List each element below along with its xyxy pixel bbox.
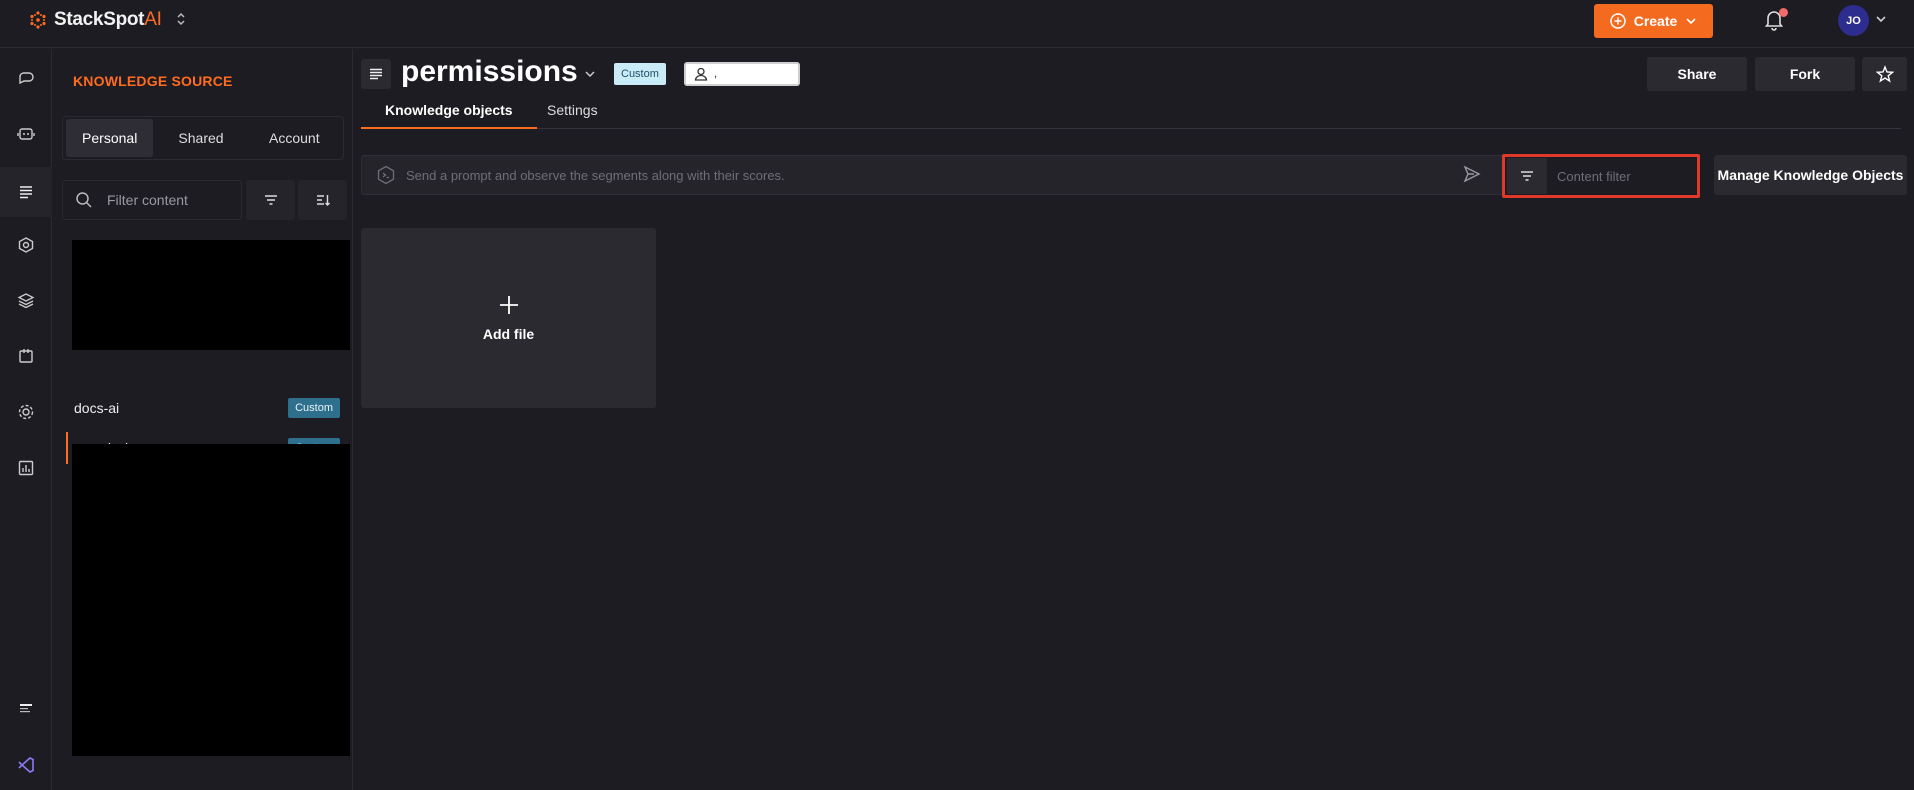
search-icon (76, 192, 92, 208)
redacted-area (72, 240, 350, 350)
chat-icon[interactable] (0, 57, 52, 101)
knowledge-source-panel: KNOWLEDGE SOURCE Personal Shared Account… (53, 49, 353, 790)
filter-content-placeholder: Filter content (107, 192, 188, 208)
notification-dot (1779, 8, 1788, 17)
create-button[interactable]: Create (1594, 4, 1713, 38)
owner-name: , (714, 68, 718, 80)
account-chevron-down-icon[interactable] (1874, 12, 1888, 31)
nav-rail (0, 49, 52, 790)
user-icon (694, 67, 708, 81)
stacks-icon[interactable] (0, 278, 52, 322)
knowledge-source-icon (361, 59, 391, 89)
sort-button[interactable] (298, 180, 347, 220)
content-tabs: Knowledge objects Settings (361, 99, 1901, 129)
prompt-input[interactable]: Send a prompt and observe the segments a… (361, 155, 1505, 195)
type-badge: Custom (288, 398, 340, 418)
tab-personal[interactable]: Personal (66, 119, 154, 157)
page-title: permissions (401, 55, 578, 88)
prompt-icon (377, 165, 395, 185)
star-icon (1875, 65, 1894, 83)
send-icon[interactable] (1462, 164, 1482, 189)
workspace-switcher-icon[interactable] (176, 12, 186, 26)
title-chevron-down-icon[interactable] (584, 67, 596, 85)
favorite-button[interactable] (1862, 57, 1907, 91)
settings-icon[interactable] (0, 390, 52, 434)
app-name: StackSpotAI (54, 9, 162, 30)
add-file-card[interactable]: Add file (361, 228, 656, 408)
app-logo[interactable]: StackSpotAI (28, 9, 162, 31)
content-filter-input[interactable]: Content filter (1502, 154, 1700, 198)
chevron-down-icon (1686, 18, 1696, 25)
sort-icon (316, 195, 330, 206)
top-bar: StackSpotAI Create JO (0, 0, 1914, 48)
knowledge-sources-icon[interactable] (0, 167, 52, 217)
list-item[interactable]: docs-ai Custom (66, 392, 346, 424)
plus-circle-icon (1609, 13, 1626, 29)
share-button[interactable]: Share (1647, 57, 1747, 91)
filter-content-input[interactable]: Filter content (62, 180, 242, 220)
stackspot-logo-icon (30, 11, 46, 29)
user-avatar[interactable]: JO (1838, 5, 1869, 36)
filter-button[interactable] (246, 180, 295, 220)
workspaces-icon[interactable] (0, 334, 52, 378)
quick-commands-icon[interactable] (0, 223, 52, 267)
analytics-icon[interactable] (0, 446, 52, 490)
add-file-label: Add file (482, 326, 535, 342)
owner-chip: , (684, 62, 800, 86)
filter-lines-icon (264, 195, 277, 205)
docs-icon[interactable] (0, 687, 52, 731)
main-content: permissions Custom , Share Fork Knowledg… (354, 49, 1914, 790)
agents-icon[interactable] (0, 112, 52, 156)
fork-button[interactable]: Fork (1755, 57, 1855, 91)
vscode-icon[interactable] (0, 743, 52, 787)
content-filter-icon (1507, 158, 1547, 194)
create-label: Create (1633, 13, 1678, 29)
redacted-area (72, 444, 350, 756)
tab-settings[interactable]: Settings (523, 99, 622, 129)
type-badge: Custom (614, 63, 666, 85)
plus-icon (499, 296, 518, 314)
list-item-name: docs-ai (74, 400, 120, 416)
tab-shared[interactable]: Shared (153, 119, 248, 157)
scope-tabs: Personal Shared Account (62, 116, 344, 160)
panel-title: KNOWLEDGE SOURCE (73, 73, 233, 89)
prompt-placeholder: Send a prompt and observe the segments a… (406, 167, 785, 183)
manage-knowledge-objects-button[interactable]: Manage Knowledge Objects (1714, 155, 1907, 195)
tab-knowledge-objects[interactable]: Knowledge objects (361, 99, 537, 129)
content-filter-placeholder: Content filter (1557, 168, 1631, 184)
tab-account[interactable]: Account (249, 119, 340, 157)
